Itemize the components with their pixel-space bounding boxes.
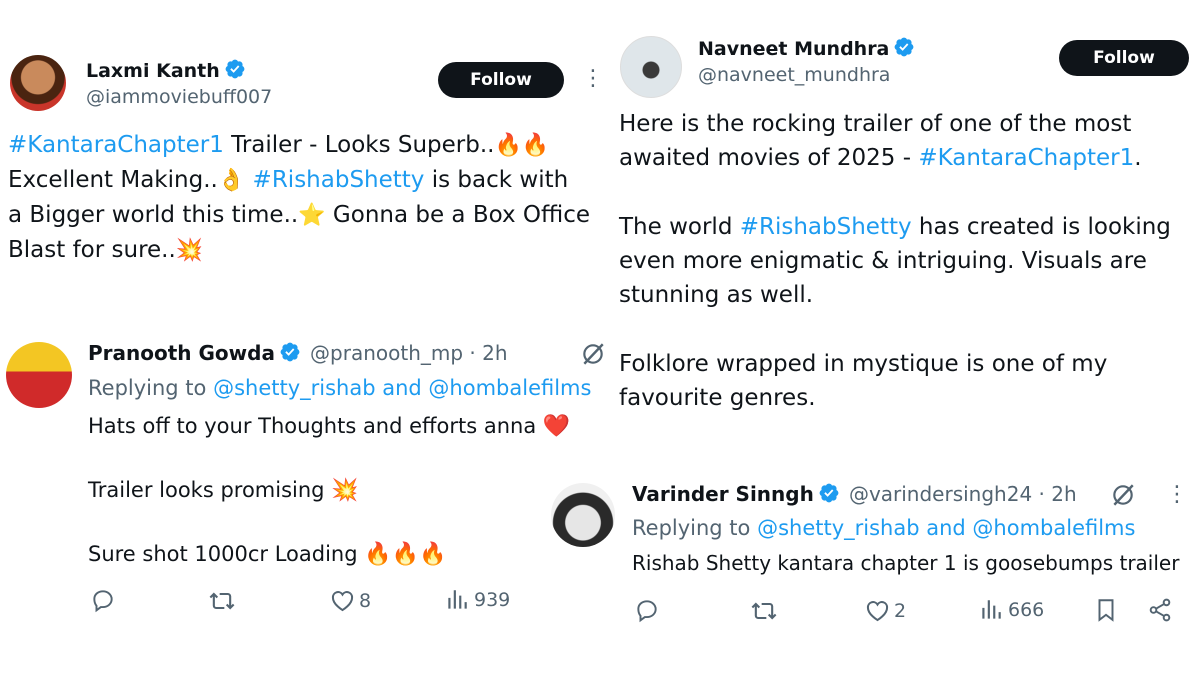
avatar[interactable] — [551, 483, 615, 547]
author-line: Navneet Mundhra — [698, 36, 915, 60]
author-line: Pranooth Gowda @pranooth_mp · 2h — [88, 341, 508, 365]
view-count: 939 — [474, 589, 511, 611]
bookmark-button[interactable] — [1093, 597, 1119, 623]
views-icon — [444, 587, 470, 613]
retweet-button[interactable] — [208, 587, 236, 615]
avatar[interactable] — [10, 55, 66, 111]
replying-to: Replying to @shetty_rishab and @hombalef… — [88, 376, 592, 400]
ok-hand-emoji: 👌 — [217, 168, 246, 193]
retweet-button[interactable] — [750, 597, 778, 625]
replying-to: Replying to @shetty_rishab and @hombalef… — [632, 516, 1136, 540]
author-handle[interactable]: @pranooth_mp · 2h — [310, 341, 508, 365]
collision-emoji: 💥 — [175, 238, 204, 263]
reply-text: Rishab Shetty kantara chapter 1 is goose… — [632, 551, 1180, 575]
replying-to-link[interactable]: @shetty_rishab and @hombalefilms — [213, 376, 591, 400]
reply-text: Hats off to your Thoughts and efforts an… — [88, 414, 571, 567]
author-name[interactable]: Laxmi Kanth — [86, 60, 220, 82]
author-handle[interactable]: @varindersingh24 · 2h — [849, 482, 1077, 506]
replying-to-link[interactable]: @shetty_rishab and @hombalefilms — [757, 516, 1135, 540]
share-button[interactable] — [1147, 597, 1173, 623]
views-button[interactable]: 666 — [978, 597, 1044, 623]
tweet-text: Here is the rocking trailer of one of th… — [619, 111, 1171, 411]
like-count: 8 — [359, 589, 372, 612]
verified-badge-icon — [818, 482, 840, 504]
grok-icon[interactable] — [580, 341, 606, 367]
like-count: 2 — [894, 599, 907, 622]
author-name[interactable]: Pranooth Gowda — [88, 341, 275, 365]
follow-button[interactable]: Follow — [438, 62, 564, 98]
tweet-text: #KantaraChapter1 Trailer - Looks Superb.… — [8, 132, 591, 263]
red-heart-emoji: ❤️ — [542, 414, 571, 439]
reply-button[interactable] — [634, 597, 660, 623]
views-button[interactable]: 939 — [444, 587, 510, 613]
author-name[interactable]: Navneet Mundhra — [698, 38, 889, 60]
author-line: Varinder Sinngh @varindersingh24 · 2h — [632, 482, 1077, 506]
heart-icon — [329, 587, 356, 614]
retweet-icon — [750, 597, 778, 625]
avatar[interactable] — [6, 342, 72, 408]
fire-emoji: 🔥🔥🔥 — [364, 542, 447, 567]
reply-button[interactable] — [90, 587, 116, 613]
more-options-icon[interactable]: ⋮ — [1166, 482, 1188, 507]
verified-badge-icon — [224, 58, 246, 80]
reply-icon — [634, 597, 660, 623]
more-options-icon[interactable]: ⋮ — [582, 66, 604, 91]
views-icon — [978, 597, 1004, 623]
bookmark-icon — [1093, 597, 1119, 623]
author-name[interactable]: Varinder Sinngh — [632, 482, 814, 506]
avatar[interactable] — [620, 36, 682, 98]
reply-icon — [90, 587, 116, 613]
hashtag-kantarachapter1[interactable]: #KantaraChapter1 — [918, 145, 1134, 171]
follow-button[interactable]: Follow — [1059, 40, 1189, 76]
star-emoji: ⭐ — [298, 203, 326, 228]
like-button[interactable]: 2 — [864, 597, 906, 624]
view-count: 666 — [1008, 599, 1045, 621]
hashtag-rishabshetty[interactable]: #RishabShetty — [740, 214, 912, 240]
hashtag-rishabshetty[interactable]: #RishabShetty — [253, 167, 425, 193]
author-line: Laxmi Kanth — [86, 58, 246, 82]
retweet-icon — [208, 587, 236, 615]
verified-badge-icon — [893, 36, 915, 58]
hashtag-kantarachapter1[interactable]: #KantaraChapter1 — [8, 132, 224, 158]
verified-badge-icon — [279, 341, 301, 363]
grok-icon[interactable] — [1110, 482, 1136, 508]
heart-icon — [864, 597, 891, 624]
collision-emoji: 💥 — [331, 478, 359, 503]
share-icon — [1147, 597, 1173, 623]
author-handle[interactable]: @navneet_mundhra — [698, 64, 890, 86]
fire-emoji: 🔥🔥 — [494, 133, 550, 158]
author-handle[interactable]: @iammoviebuff007 — [86, 86, 272, 108]
like-button[interactable]: 8 — [329, 587, 371, 614]
